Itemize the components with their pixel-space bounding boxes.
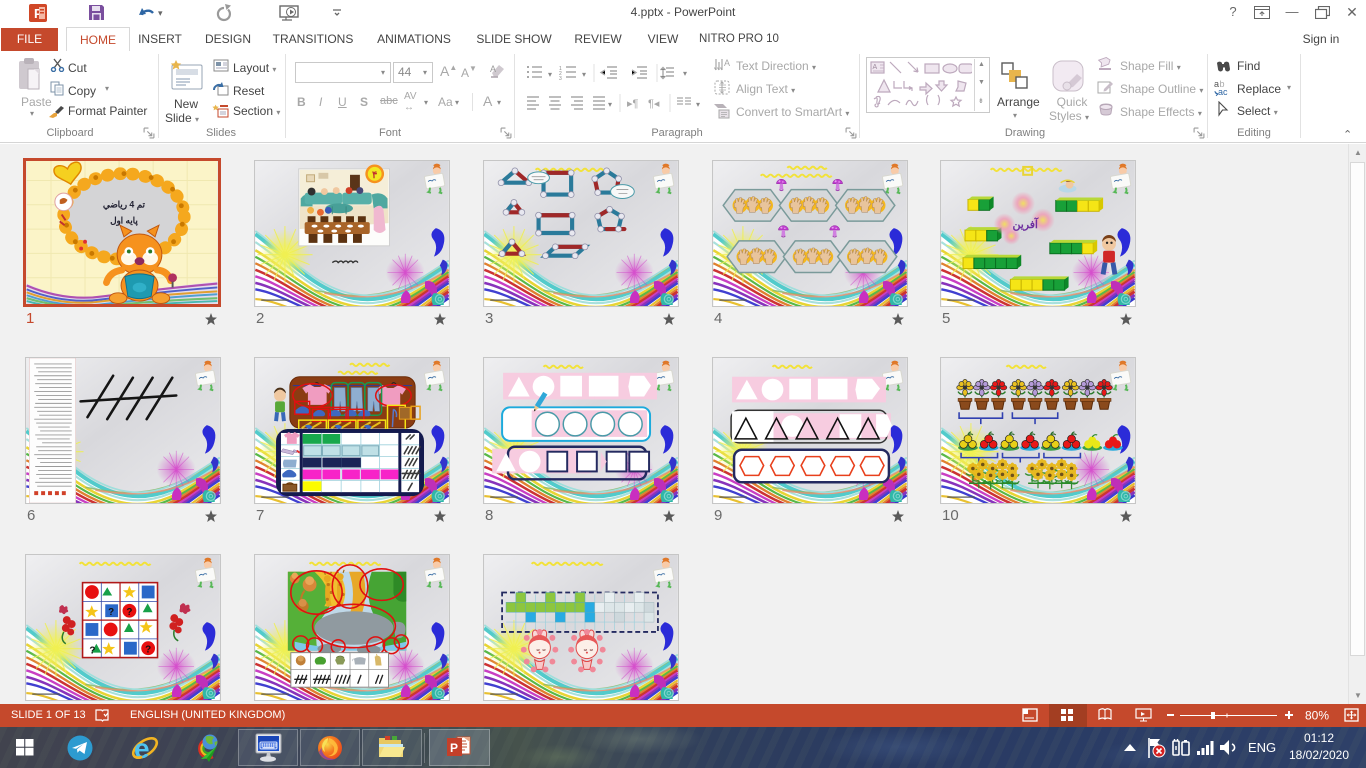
svg-text:تم 4 رياضي: تم 4 رياضي (103, 200, 146, 211)
svg-text:?: ? (145, 645, 151, 656)
svg-text:۴: ۴ (372, 170, 377, 181)
svg-text:▾: ▾ (158, 8, 163, 18)
svg-text:آفرین: آفرین (1012, 217, 1038, 231)
svg-text:▾: ▾ (608, 100, 612, 109)
svg-text:▾: ▾ (548, 70, 552, 79)
svg-text:▸¶: ▸¶ (627, 98, 639, 110)
svg-text:A: A (724, 58, 730, 68)
svg-text:?: ? (89, 646, 95, 657)
svg-text:A: A (873, 64, 878, 71)
svg-text:e: e (134, 733, 150, 764)
svg-text:?: ? (108, 607, 114, 618)
svg-text:A: A (490, 64, 496, 74)
svg-text:▾: ▾ (582, 70, 586, 79)
svg-text:ac: ac (1218, 87, 1228, 97)
svg-text:▾: ▾ (696, 100, 700, 109)
svg-text:پايه اول: پايه اول (110, 215, 138, 226)
svg-text:P: P (450, 741, 458, 755)
svg-text:80%: 80% (1305, 709, 1329, 723)
svg-text:?: ? (126, 607, 132, 618)
svg-text:¶◂: ¶◂ (648, 98, 660, 110)
svg-text:3: 3 (559, 76, 562, 82)
